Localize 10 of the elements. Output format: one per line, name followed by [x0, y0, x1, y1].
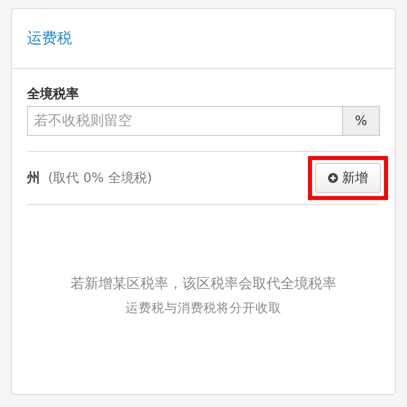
region-note: (取代 0% 全境税)	[48, 170, 154, 187]
tax-rate-field[interactable]: 若不收税则留空	[27, 106, 343, 136]
region-label: 州	[27, 170, 40, 187]
field-label: 全境税率	[27, 86, 80, 103]
card-title: 运费税	[27, 29, 72, 48]
add-button[interactable]: 新增	[315, 163, 381, 193]
percent-addon: %	[343, 106, 380, 136]
plus-icon	[328, 173, 338, 183]
empty-note: 运费税与消费税将分开收取	[126, 300, 282, 317]
empty-message: 若新增某区税率，该区税率会取代全境税率	[70, 275, 336, 293]
